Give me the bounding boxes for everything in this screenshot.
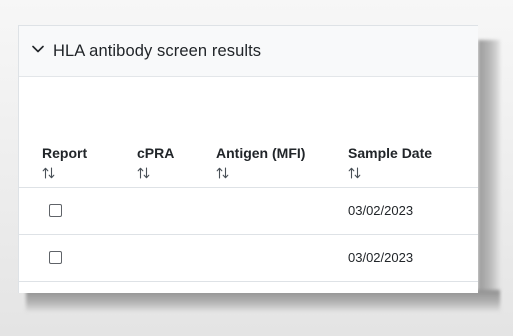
table-row: 03/02/2023 — [19, 234, 478, 282]
column-header-cpra[interactable]: cPRA — [114, 131, 193, 188]
report-cell — [19, 187, 114, 235]
sort-arrows-icon[interactable] — [348, 167, 362, 179]
sample-date-value: 03/02/2023 — [348, 203, 414, 218]
sort-arrows-icon[interactable] — [42, 167, 56, 179]
sample-date-cell: 03/02/2023 — [330, 234, 478, 282]
column-header-label: Sample Date — [348, 145, 433, 161]
report-checkbox[interactable] — [49, 204, 62, 217]
sample-date-value: 03/02/2023 — [348, 250, 414, 265]
column-header-report[interactable]: Report — [19, 131, 114, 188]
column-header-label: Antigen (MFI) — [216, 145, 306, 161]
sort-arrows-icon[interactable] — [216, 167, 230, 179]
antigen-cell — [193, 234, 330, 282]
report-cell — [19, 234, 114, 282]
panel-title: HLA antibody screen results — [53, 42, 262, 60]
cpra-cell — [114, 234, 193, 282]
column-header-antigen[interactable]: Antigen (MFI) — [193, 131, 330, 188]
panel-shadow-right — [478, 40, 500, 302]
table-header-row: Report cPRA Antigen (MFI) Sample Date — [19, 131, 478, 188]
cpra-cell — [114, 187, 193, 235]
sort-arrows-icon[interactable] — [137, 167, 151, 179]
panel-header[interactable]: HLA antibody screen results — [19, 26, 478, 77]
column-header-label: Report — [42, 145, 88, 161]
panel-shadow-bottom — [26, 290, 500, 312]
hla-results-panel: HLA antibody screen results Report cPRA … — [18, 25, 478, 293]
report-checkbox[interactable] — [49, 251, 62, 264]
results-table: Report cPRA Antigen (MFI) Sample Date 03… — [19, 131, 478, 282]
sample-date-cell: 03/02/2023 — [330, 187, 478, 235]
chevron-down-icon[interactable] — [32, 44, 44, 54]
antigen-cell — [193, 187, 330, 235]
column-header-label: cPRA — [137, 145, 175, 161]
column-header-sample-date[interactable]: Sample Date — [330, 131, 478, 188]
table-row: 03/02/2023 — [19, 187, 478, 235]
